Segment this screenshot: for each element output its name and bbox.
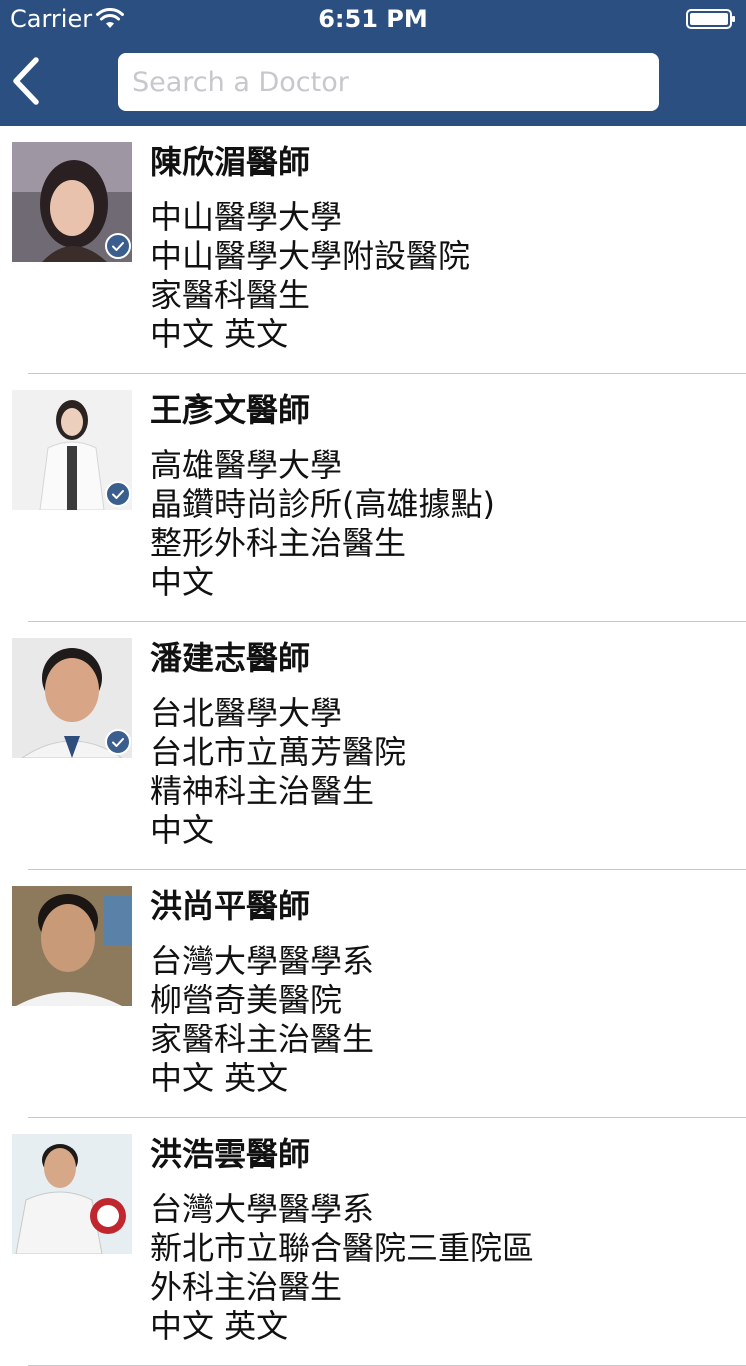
- doctor-languages: 中文 英文: [150, 1307, 289, 1345]
- doctor-row[interactable]: 潘建志醫師 台北醫學大學 台北市立萬芳醫院 精神科主治醫生 中文: [0, 622, 746, 870]
- doctor-school: 台北醫學大學: [150, 694, 343, 732]
- avatar: [12, 886, 132, 1006]
- verified-badge-icon: [105, 729, 131, 755]
- doctor-row[interactable]: 洪尚平醫師 台灣大學醫學系 柳營奇美醫院 家醫科主治醫生 中文 英文: [0, 870, 746, 1118]
- avatar: [12, 1134, 132, 1254]
- doctor-hospital: 柳營奇美醫院: [150, 981, 343, 1019]
- doctor-languages: 中文: [150, 811, 215, 849]
- doctor-list: 陳欣湄醫師 中山醫學大學 中山醫學大學附設醫院 家醫科醫生 中文 英文 王彥文醫…: [0, 126, 746, 1366]
- status-bar: Carrier 6:51 PM: [0, 0, 746, 40]
- doctor-info: 高雄醫學大學 晶鑽時尚診所(高雄據點) 整形外科主治醫生 中文: [150, 446, 495, 602]
- doctor-name: 陳欣湄醫師: [150, 143, 311, 181]
- doctor-title: 家醫科主治醫生: [150, 1020, 375, 1058]
- nav-bar: [0, 40, 746, 126]
- doctor-name: 洪尚平醫師: [150, 887, 311, 925]
- doctor-info: 台北醫學大學 台北市立萬芳醫院 精神科主治醫生 中文: [150, 694, 406, 850]
- doctor-school: 台灣大學醫學系: [150, 942, 375, 980]
- doctor-languages: 中文 英文: [150, 1059, 289, 1097]
- battery-icon: [686, 9, 735, 29]
- doctor-info: 台灣大學醫學系 新北市立聯合醫院三重院區 外科主治醫生 中文 英文: [150, 1190, 534, 1346]
- doctor-school: 台灣大學醫學系: [150, 1190, 375, 1228]
- doctor-languages: 中文: [150, 563, 215, 601]
- verified-badge-icon: [105, 481, 131, 507]
- doctor-name: 潘建志醫師: [150, 639, 311, 677]
- search-input[interactable]: [118, 53, 659, 111]
- doctor-row[interactable]: 陳欣湄醫師 中山醫學大學 中山醫學大學附設醫院 家醫科醫生 中文 英文: [0, 126, 746, 374]
- doctor-hospital: 中山醫學大學附設醫院: [150, 237, 471, 275]
- doctor-hospital: 晶鑽時尚診所(高雄據點): [150, 485, 495, 523]
- doctor-row[interactable]: 洪浩雲醫師 台灣大學醫學系 新北市立聯合醫院三重院區 外科主治醫生 中文 英文: [0, 1118, 746, 1366]
- back-button[interactable]: [6, 54, 50, 110]
- doctor-name: 王彥文醫師: [150, 391, 311, 429]
- verified-badge-icon: [105, 233, 131, 259]
- doctor-name: 洪浩雲醫師: [150, 1135, 311, 1173]
- doctor-info: 台灣大學醫學系 柳營奇美醫院 家醫科主治醫生 中文 英文: [150, 942, 374, 1098]
- clock: 6:51 PM: [318, 5, 428, 33]
- doctor-languages: 中文 英文: [150, 315, 289, 353]
- doctor-title: 精神科主治醫生: [150, 772, 375, 810]
- doctor-row[interactable]: 王彥文醫師 高雄醫學大學 晶鑽時尚診所(高雄據點) 整形外科主治醫生 中文: [0, 374, 746, 622]
- doctor-school: 中山醫學大學: [150, 198, 343, 236]
- doctor-info: 中山醫學大學 中山醫學大學附設醫院 家醫科醫生 中文 英文: [150, 198, 470, 354]
- doctor-title: 外科主治醫生: [150, 1268, 343, 1306]
- doctor-hospital: 新北市立聯合醫院三重院區: [150, 1229, 535, 1267]
- doctor-hospital: 台北市立萬芳醫院: [150, 733, 407, 771]
- chevron-left-icon: [13, 57, 39, 105]
- doctor-school: 高雄醫學大學: [150, 446, 343, 484]
- doctor-title: 家醫科醫生: [150, 276, 311, 314]
- doctor-title: 整形外科主治醫生: [150, 524, 407, 562]
